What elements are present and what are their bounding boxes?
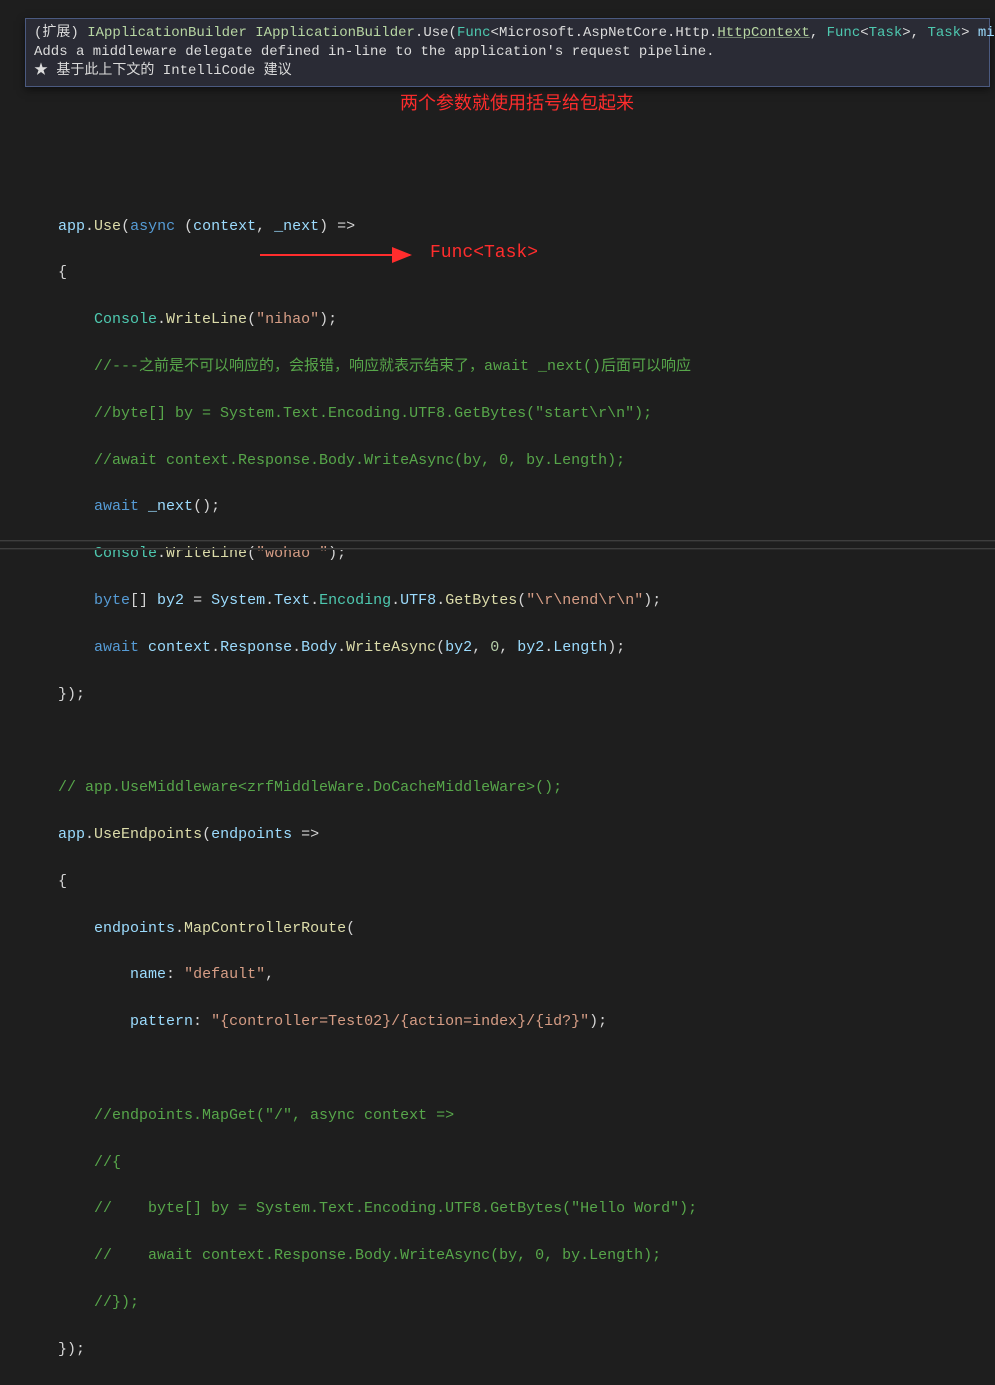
code-line[interactable]: await context.Response.Body.WriteAsync(b… [22,636,995,659]
tooltip-description: Adds a middleware delegate defined in-li… [34,43,981,62]
code-line[interactable]: // await context.Response.Body.WriteAsyn… [22,1244,995,1267]
code-line[interactable]: // byte[] by = System.Text.Encoding.UTF8… [22,1197,995,1220]
gutter [0,0,22,699]
code-line[interactable]: endpoints.MapControllerRoute( [22,917,995,940]
code-line[interactable]: //await context.Response.Body.WriteAsync… [22,449,995,472]
tooltip-httpcontext: HttpContext [717,25,809,41]
tooltip-owner: IApplicationBuilder [255,25,415,41]
annotation-text: 两个参数就使用括号给包起来 [400,89,634,115]
code-line[interactable]: Console.WriteLine("nihao"); [22,308,995,331]
code-line[interactable]: //}); [22,1291,995,1314]
code-line[interactable]: byte[] by2 = System.Text.Encoding.UTF8.G… [22,589,995,612]
code-line[interactable]: // app.UseMiddleware<zrfMiddleWare.DoCac… [22,776,995,799]
code-line[interactable]: //endpoints.MapGet("/", async context => [22,1104,995,1127]
code-line[interactable]: //{ [22,1151,995,1174]
annotation-text: Func<Task> [430,243,538,263]
tooltip-intellicode: ★ 基于此上下文的 IntelliCode 建议 [34,62,981,81]
code-line[interactable]: }); [22,683,995,706]
tooltip-return-type: IApplicationBuilder [87,25,247,41]
tooltip-prefix: (扩展) [34,25,87,41]
code-line[interactable]: app.Use(async (context, _next) => [22,215,995,238]
code-line[interactable]: await _next(); [22,495,995,518]
tooltip-param: middleware [969,25,995,41]
code-divider [0,548,995,550]
code-line[interactable]: //byte[] by = System.Text.Encoding.UTF8.… [22,402,995,425]
code-line[interactable]: }); [22,1338,995,1361]
code-line[interactable]: //---之前是不可以响应的，会报错，响应就表示结束了，await _next(… [22,355,995,378]
code-divider [0,540,995,542]
code-line[interactable]: pattern: "{controller=Test02}/{action=in… [22,1010,995,1033]
code-line[interactable]: Console.WriteLine("wohao "); [22,542,995,565]
parameter-info-tooltip: (扩展) IApplicationBuilder IApplicationBui… [25,18,990,87]
code-line[interactable]: app.UseEndpoints(endpoints => [22,823,995,846]
code-line[interactable]: { [22,261,995,284]
code-line[interactable]: name: "default", [22,963,995,986]
tooltip-func-type: Func [457,25,491,41]
tooltip-method: Use [423,25,448,41]
code-line[interactable]: { [22,870,995,893]
